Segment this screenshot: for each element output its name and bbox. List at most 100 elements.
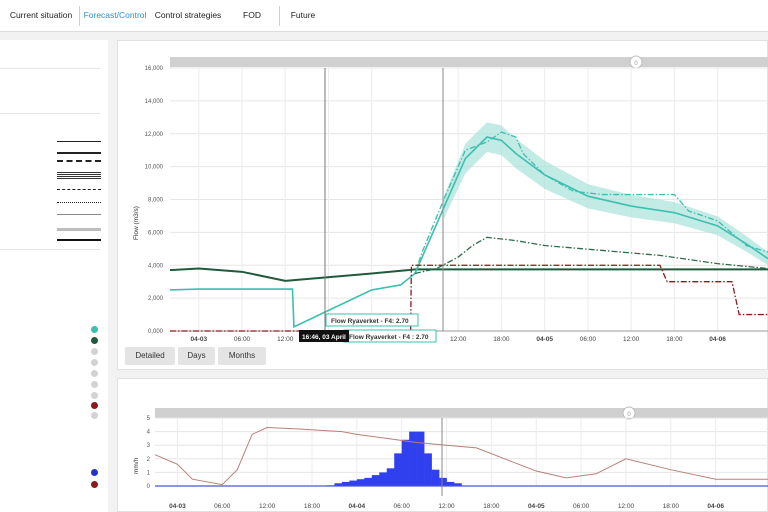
x-tick-label: 04-06 xyxy=(709,336,726,343)
svg-text:Flow Ryaverket - F4 : 2.70: Flow Ryaverket - F4 : 2.70 xyxy=(349,334,429,341)
months-button[interactable]: Months xyxy=(218,347,266,365)
divider xyxy=(0,249,100,250)
detailed-button[interactable]: Detailed xyxy=(125,347,175,365)
x-tick-label: 18:00 xyxy=(663,503,680,510)
rain-bar xyxy=(409,431,417,486)
rain-bar xyxy=(386,468,395,486)
y-tick-label: 6,000 xyxy=(148,230,164,236)
y-tick-label: 4 xyxy=(147,430,151,436)
y-tick-label: 10,000 xyxy=(145,165,164,171)
y-tick-label: 2,000 xyxy=(148,296,164,302)
x-tick-label: 04-05 xyxy=(528,503,545,510)
x-tick-label: 06:00 xyxy=(573,503,590,510)
series-toggle-dot[interactable] xyxy=(91,359,98,366)
x-tick-label: 18:00 xyxy=(304,503,321,510)
y-tick-label: 1 xyxy=(147,470,151,476)
x-tick-label: 04-03 xyxy=(191,336,208,343)
y-tick-label: 12,000 xyxy=(145,132,164,138)
series-toggle-dot[interactable] xyxy=(91,381,98,388)
tab-control-strategies[interactable]: Control strategies xyxy=(152,0,224,31)
legend-panel xyxy=(0,40,108,512)
grid xyxy=(155,417,768,487)
x-tick-label: 18:00 xyxy=(483,503,500,510)
svg-text:16:46, 03 April: 16:46, 03 April xyxy=(302,334,346,341)
legend-line-solid xyxy=(57,141,101,142)
y-axis-label: mm/h xyxy=(133,457,140,474)
series-toggle-dot[interactable] xyxy=(91,402,98,409)
y-tick-label: 16,000 xyxy=(145,66,164,72)
y-tick-label: 14,000 xyxy=(145,99,164,105)
x-tick-label: 06:00 xyxy=(394,503,411,510)
legend-line-light-band xyxy=(57,228,101,231)
rain-bar xyxy=(424,453,432,486)
y-tick-label: 3 xyxy=(147,443,151,449)
rain-bar xyxy=(349,480,358,486)
series-line-dark-green-dashdot xyxy=(414,236,768,275)
x-tick-label: 06:00 xyxy=(234,336,251,343)
x-tick-label: 04-06 xyxy=(707,503,724,510)
y-axis: 5 4 3 2 1 0 xyxy=(147,416,151,490)
rain-bar xyxy=(371,475,380,486)
series-toggle-dot[interactable] xyxy=(91,392,98,399)
rain-bar xyxy=(431,469,440,486)
rain-bar xyxy=(364,477,373,486)
series-toggle-dot[interactable] xyxy=(91,326,98,333)
svg-text:Flow Ryaverket - F4: 2.70: Flow Ryaverket - F4: 2.70 xyxy=(331,318,409,325)
legend-band xyxy=(57,172,101,180)
x-tick-label: 12:00 xyxy=(277,336,294,343)
rain-bar xyxy=(356,479,365,486)
tab-fod[interactable]: FOD xyxy=(232,0,272,31)
x-tick-label: 06:00 xyxy=(214,503,231,510)
x-tick-label: 12:00 xyxy=(259,503,276,510)
x-axis: 04-03 06:00 12:00 18:00 04-04 06:00 12:00 18:00… xyxy=(169,503,724,510)
series-line-dark-green-solid xyxy=(169,267,768,282)
legend-line-dashdot xyxy=(57,160,101,162)
chart-scrollbar[interactable] xyxy=(155,408,768,418)
divider xyxy=(0,68,100,69)
days-button[interactable]: Days xyxy=(178,347,215,365)
series-toggle-dot[interactable] xyxy=(91,337,98,344)
rain-bar xyxy=(439,477,447,486)
top-nav: Current situation Forecast/Control Contr… xyxy=(0,0,768,32)
series-group xyxy=(154,427,768,487)
tooltip-bottom: Flow Ryaverket - F4 : 2.70 xyxy=(343,329,437,343)
series-toggle-dot[interactable] xyxy=(91,348,98,355)
tab-current-situation[interactable]: Current situation xyxy=(5,0,77,31)
series-toggle-dot[interactable] xyxy=(91,469,98,476)
y-axis-label: Flow (m3/s) xyxy=(133,206,140,240)
legend-line-grey xyxy=(57,214,101,215)
tab-divider xyxy=(279,6,280,26)
rain-bar xyxy=(341,481,350,486)
legend-line-dashed xyxy=(57,189,101,190)
chart-scrollbar[interactable] xyxy=(170,57,768,67)
rain-bar xyxy=(401,439,410,486)
x-tick-label: 12:00 xyxy=(438,503,455,510)
series-toggle-dot[interactable] xyxy=(91,412,98,419)
rain-bar xyxy=(446,481,455,486)
tooltip-date: 16:46, 03 April xyxy=(299,330,349,342)
y-axis: 16,000 14,000 12,000 10,000 8,000 6,000 4,000 2… xyxy=(145,66,164,335)
confidence-band xyxy=(443,122,768,266)
tab-forecast-control[interactable]: Forecast/Control xyxy=(80,0,150,31)
tab-future[interactable]: Future xyxy=(283,0,323,31)
rain-bar xyxy=(416,431,425,486)
divider xyxy=(0,113,100,114)
x-tick-label: 04-04 xyxy=(349,503,366,510)
y-tick-label: 2 xyxy=(147,457,151,463)
x-tick-label: 04-05 xyxy=(536,336,553,343)
x-tick-label: 12:00 xyxy=(618,503,635,510)
series-toggle-dot[interactable] xyxy=(91,481,98,488)
rain-chart[interactable]: 0 5 4 3 2 1 0 04-03 06:00 12:00 18:00 04-04 06:00 1… xyxy=(117,378,768,512)
tooltip-top: Flow Ryaverket - F4: 2.70 xyxy=(325,313,419,327)
x-tick-label: 12:00 xyxy=(450,336,467,343)
x-tick-label: 06:00 xyxy=(580,336,597,343)
grid xyxy=(170,67,768,332)
legend-line-dotted xyxy=(57,202,101,203)
rain-bar xyxy=(379,472,388,486)
flow-chart[interactable]: 0 16,00014,00012,00010,0008,0006,0004,00… xyxy=(117,40,768,345)
x-tick-label: 12:00 xyxy=(623,336,640,343)
x-tick-label: 18:00 xyxy=(493,336,510,343)
y-tick-label: 4,000 xyxy=(148,263,164,269)
y-tick-label: 5 xyxy=(147,416,151,422)
series-toggle-dot[interactable] xyxy=(91,370,98,377)
